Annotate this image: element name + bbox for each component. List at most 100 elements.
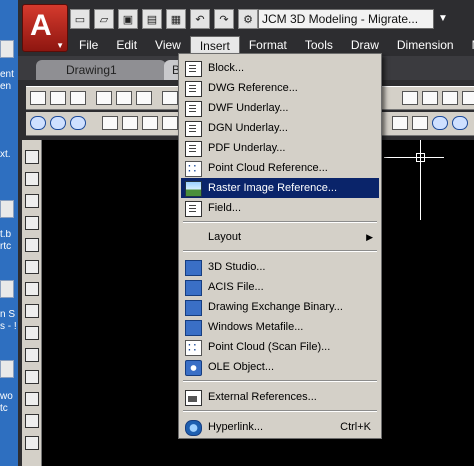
application-menu-button[interactable]: A ▼ <box>22 4 68 52</box>
workspace-gear-icon[interactable]: ⚙ <box>238 9 258 29</box>
3d-studio-icon <box>185 260 202 276</box>
menu-item-dwg-reference[interactable]: DWG Reference... <box>181 78 379 98</box>
menu-item-label: DGN Underlay... <box>208 122 288 134</box>
open-file-icon[interactable]: ▱ <box>94 9 114 29</box>
free-orbit-icon[interactable] <box>70 116 86 130</box>
workspace-selector[interactable]: JCM 3D Modeling - Migrate... <box>258 9 434 29</box>
menu-item-pdf-underlay[interactable]: PDF Underlay... <box>181 138 379 158</box>
insert-block-icon[interactable] <box>25 392 39 406</box>
ellipse-arc-icon[interactable] <box>25 370 39 384</box>
construction-line-icon[interactable] <box>25 172 39 186</box>
menu-item-block[interactable]: Block... <box>181 58 379 78</box>
cone-icon[interactable] <box>142 116 158 130</box>
menu-item-field[interactable]: Field... <box>181 198 379 218</box>
menu-format[interactable]: Format <box>240 36 296 54</box>
new-icon[interactable] <box>30 91 46 105</box>
ucs-icon[interactable] <box>392 116 408 130</box>
sphere-icon[interactable] <box>162 116 178 130</box>
dwf-underlay-icon <box>185 101 202 117</box>
point-cloud-icon <box>185 159 202 179</box>
wedge-icon[interactable] <box>122 116 138 130</box>
constrained-orbit-icon[interactable] <box>50 116 66 130</box>
spline-icon[interactable] <box>25 326 39 340</box>
menu-item-label: Point Cloud (Scan File)... <box>208 341 331 353</box>
menu-modify[interactable]: Mod <box>463 36 474 54</box>
menu-item-acis-file[interactable]: ACIS File... <box>181 277 379 297</box>
redo-icon[interactable]: ↷ <box>214 9 234 29</box>
desktop-icon[interactable] <box>0 360 14 378</box>
ellipse-icon[interactable] <box>25 348 39 362</box>
menu-item-windows-metafile[interactable]: Windows Metafile... <box>181 317 379 337</box>
desktop-icon[interactable] <box>0 40 14 58</box>
zoom-window-icon[interactable] <box>442 91 458 105</box>
arc-icon[interactable] <box>25 260 39 274</box>
menu-tools[interactable]: Tools <box>296 36 342 54</box>
plot-icon[interactable]: ▦ <box>166 9 186 29</box>
menu-insert[interactable]: Insert <box>189 36 240 54</box>
menu-item-3d-studio[interactable]: 3D Studio... <box>181 257 379 277</box>
pan-icon[interactable] <box>402 91 418 105</box>
menu-item-ole-object[interactable]: OLE Object... <box>181 357 379 377</box>
menu-item-layout[interactable]: Layout ▶ <box>181 227 379 247</box>
plot-preview-icon[interactable] <box>116 91 132 105</box>
plot-icon[interactable] <box>96 91 112 105</box>
desktop-icon[interactable] <box>0 200 14 218</box>
menu-item-drawing-exchange-binary[interactable]: Drawing Exchange Binary... <box>181 297 379 317</box>
box-icon[interactable] <box>102 116 118 130</box>
menu-edit[interactable]: Edit <box>107 36 146 54</box>
point-icon[interactable] <box>25 436 39 450</box>
menu-item-label: Raster Image Reference... <box>208 182 338 194</box>
save-icon[interactable] <box>70 91 86 105</box>
new-file-icon[interactable]: ▭ <box>70 9 90 29</box>
chevron-down-icon: ▼ <box>56 41 64 50</box>
publish-icon[interactable] <box>136 91 152 105</box>
menu-item-dgn-underlay[interactable]: DGN Underlay... <box>181 118 379 138</box>
menu-item-label: ACIS File... <box>208 281 264 293</box>
menu-item-raster-image-reference[interactable]: Raster Image Reference... <box>181 178 379 198</box>
menu-item-label: Point Cloud Reference... <box>208 162 328 174</box>
submenu-arrow-icon: ▶ <box>366 232 373 242</box>
desktop-icon-label: rtc <box>0 242 12 252</box>
tab-drawing1[interactable]: Drawing1 <box>36 60 166 80</box>
polygon-icon[interactable] <box>25 216 39 230</box>
menu-item-point-cloud-scan-file[interactable]: Point Cloud (Scan File)... <box>181 337 379 358</box>
visual-style-icon[interactable] <box>432 116 448 130</box>
workspace-dropdown-icon[interactable]: ▼ <box>438 9 452 29</box>
desktop-icon-label: ent <box>0 70 14 80</box>
menu-item-hyperlink[interactable]: Hyperlink... Ctrl+K <box>181 417 379 437</box>
circle-icon[interactable] <box>25 282 39 296</box>
save-as-icon[interactable]: ▤ <box>142 9 162 29</box>
menu-item-label: Hyperlink... <box>208 421 264 433</box>
line-icon[interactable] <box>25 150 39 164</box>
menu-separator <box>183 221 377 223</box>
orbit-icon[interactable] <box>30 116 46 130</box>
cut-icon[interactable] <box>162 91 178 105</box>
desktop-icon-label: en <box>0 82 12 92</box>
zoom-previous-icon[interactable] <box>462 91 474 105</box>
block-icon <box>185 61 202 77</box>
menu-file[interactable]: File <box>70 36 107 54</box>
pdf-underlay-icon <box>185 141 202 157</box>
polyline-icon[interactable] <box>25 194 39 208</box>
rectangle-icon[interactable] <box>25 238 39 252</box>
menu-draw[interactable]: Draw <box>342 36 388 54</box>
render-icon[interactable] <box>452 116 468 130</box>
menu-separator <box>183 250 377 252</box>
desktop-icon[interactable] <box>0 280 14 298</box>
external-references-icon <box>185 390 202 406</box>
undo-icon[interactable]: ↶ <box>190 9 210 29</box>
open-icon[interactable] <box>50 91 66 105</box>
menu-item-external-references[interactable]: External References... <box>181 387 379 407</box>
menu-separator <box>183 410 377 412</box>
menu-view[interactable]: View <box>146 36 190 54</box>
zoom-realtime-icon[interactable] <box>422 91 438 105</box>
revision-cloud-icon[interactable] <box>25 304 39 318</box>
menu-item-dwf-underlay[interactable]: DWF Underlay... <box>181 98 379 118</box>
save-icon[interactable]: ▣ <box>118 9 138 29</box>
menu-item-label: Field... <box>208 202 242 214</box>
menu-item-point-cloud-reference[interactable]: Point Cloud Reference... <box>181 158 379 179</box>
menu-dimension[interactable]: Dimension <box>388 36 463 54</box>
view-cube-icon[interactable] <box>412 116 428 130</box>
make-block-icon[interactable] <box>25 414 39 428</box>
metafile-icon <box>185 320 202 336</box>
